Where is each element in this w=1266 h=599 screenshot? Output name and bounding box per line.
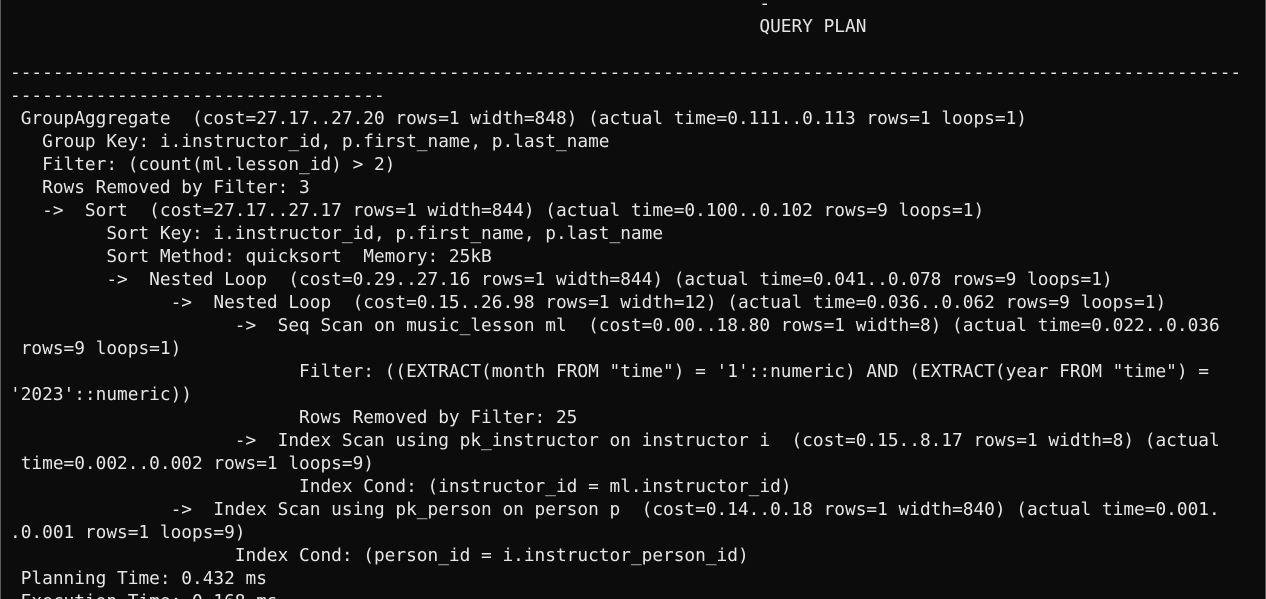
plan-detail-line: Filter: ((EXTRACT(month FROM "time") = '… xyxy=(10,361,1209,382)
query-plan-output: - QUERY PLAN ----------------------------… xyxy=(10,0,1241,599)
plan-node-line: rows=9 loops=1) xyxy=(10,338,182,359)
plan-node-line: -> Sort (cost=27.17..27.17 rows=1 width=… xyxy=(10,200,985,221)
plan-node-line: GroupAggregate (cost=27.17..27.20 rows=1… xyxy=(10,108,1027,129)
plan-node-line: time=0.002..0.002 rows=1 loops=9) xyxy=(10,453,374,474)
plan-detail-line: Rows Removed by Filter: 3 xyxy=(10,177,310,198)
plan-detail-line: Filter: (count(ml.lesson_id) > 2) xyxy=(10,154,396,175)
query-plan-header: QUERY PLAN xyxy=(10,16,867,37)
plan-node-line: -> Index Scan using pk_instructor on ins… xyxy=(10,430,1220,451)
separator-line: ----------------------------------------… xyxy=(10,62,1242,83)
separator-line: ----------------------------------- xyxy=(10,85,385,106)
plan-detail-line: Sort Method: quicksort Memory: 25kB xyxy=(10,246,492,267)
output-line: - xyxy=(10,0,771,14)
plan-detail-line: Sort Key: i.instructor_id, p.first_name,… xyxy=(10,223,664,244)
plan-node-line: -> Seq Scan on music_lesson ml (cost=0.0… xyxy=(10,315,1220,336)
plan-node-line: .0.001 rows=1 loops=9) xyxy=(10,522,246,543)
plan-detail-line: Index Cond: (instructor_id = ml.instruct… xyxy=(10,476,792,497)
execution-time-line: Execution Time: 0.168 ms xyxy=(10,590,1241,599)
plan-detail-line: '2023'::numeric)) xyxy=(10,384,192,405)
plan-node-line: -> Index Scan using pk_person on person … xyxy=(10,499,1220,520)
planning-time-line: Planning Time: 0.432 ms xyxy=(10,568,267,589)
plan-node-line: -> Nested Loop (cost=0.29..27.16 rows=1 … xyxy=(10,269,1113,290)
plan-node-line: -> Nested Loop (cost=0.15..26.98 rows=1 … xyxy=(10,292,1167,313)
plan-detail-line: Rows Removed by Filter: 25 xyxy=(10,407,578,428)
terminal-window[interactable]: - QUERY PLAN ----------------------------… xyxy=(0,0,1266,599)
plan-detail-line: Group Key: i.instructor_id, p.first_name… xyxy=(10,131,610,152)
plan-detail-line: Index Cond: (person_id = i.instructor_pe… xyxy=(10,545,749,566)
